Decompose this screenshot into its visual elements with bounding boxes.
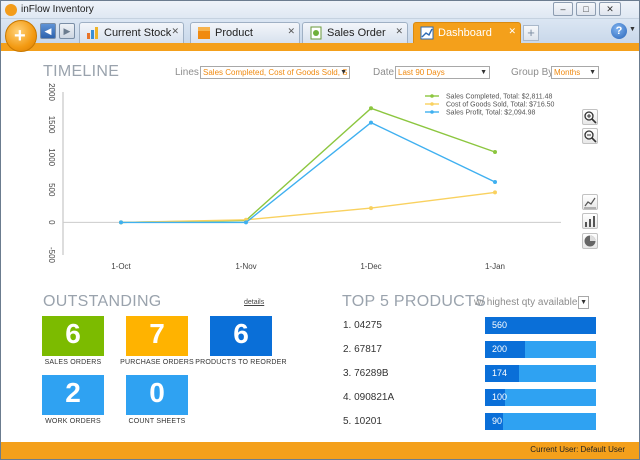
product-qty-value: 174 — [492, 368, 508, 378]
chevron-down-icon: ▼ — [580, 299, 587, 306]
y-tick-label: 1000 — [47, 148, 56, 166]
series-line — [120, 191, 496, 224]
product-qty-value: 560 — [492, 320, 508, 330]
products-to-reorder-tile[interactable]: 6 — [210, 316, 272, 356]
y-tick-label: -500 — [47, 247, 56, 264]
legend-marker — [430, 110, 434, 114]
pie-chart-button[interactable] — [582, 233, 598, 249]
x-tick-label: 1-Jan — [485, 262, 505, 271]
product-qty-bar[interactable]: 200 — [485, 341, 596, 358]
details-link[interactable]: details — [244, 299, 264, 306]
product-qty-bar[interactable]: 560 — [485, 317, 596, 334]
y-tick-label: 500 — [47, 183, 56, 197]
app-logo-icon: + — [14, 25, 26, 47]
product-name: 1. 04275 — [343, 320, 382, 331]
outstanding-title: OUTSTANDING — [43, 293, 162, 310]
zoom-in-icon — [584, 111, 597, 124]
y-tick-label: 2000 — [47, 83, 56, 101]
sales-orders-tile[interactable]: 6 — [42, 316, 104, 356]
products-to-reorder-label: PRODUCTS TO REORDER — [195, 359, 287, 366]
product-qty-bar[interactable]: 100 — [485, 389, 596, 406]
count-sheets-label: COUNT SHEETS — [128, 418, 186, 425]
pie-chart-icon — [584, 235, 596, 247]
x-tick-label: 1-Nov — [235, 262, 256, 271]
product-qty-bar[interactable]: 174 — [485, 365, 596, 382]
data-point — [119, 220, 123, 225]
data-point — [493, 180, 497, 184]
data-point — [369, 106, 373, 111]
product-name: 2. 67817 — [343, 344, 382, 355]
legend-marker — [430, 102, 434, 106]
data-point — [244, 220, 248, 225]
product-qty-value: 200 — [492, 344, 508, 354]
top5-select[interactable]: ▼ — [578, 296, 589, 309]
line-chart-button[interactable] — [582, 194, 598, 210]
bar-chart-icon — [585, 216, 595, 227]
top5-title: TOP 5 PRODUCTS — [342, 293, 487, 310]
y-tick-label: 1500 — [47, 116, 56, 134]
product-qty-value: 90 — [492, 416, 503, 426]
legend-entry: Cost of Goods Sold, Total: $716.50 — [446, 102, 555, 109]
timeline-chart: -500 0 500 1000 1500 2000 1-Oct 1-Nov 1-Dec 1-Jan… — [47, 83, 561, 271]
product-name: 5. 10201 — [343, 416, 382, 427]
purchase-orders-tile[interactable]: 7 — [126, 316, 188, 356]
data-point — [369, 120, 373, 125]
legend-marker — [430, 94, 434, 98]
app-window: inFlow Inventory – □ ✕ + ◀ ▶ Current Sto… — [0, 0, 640, 460]
data-point — [493, 150, 497, 154]
y-tick-label: 0 — [47, 220, 56, 225]
zoom-out-button[interactable] — [582, 128, 598, 144]
zoom-out-icon — [584, 130, 597, 143]
data-point — [493, 190, 497, 195]
count-sheets-tile[interactable]: 0 — [126, 375, 188, 415]
product-qty-bar[interactable]: 90 — [485, 413, 596, 430]
product-name: 3. 76289B — [343, 368, 389, 379]
legend-entry: Sales Completed, Total: $2,811.48 — [446, 94, 552, 101]
top5-subtitle: w/ highest qty available — [474, 297, 578, 308]
work-orders-tile[interactable]: 2 — [42, 375, 104, 415]
current-user-status: Current User: Default User — [530, 445, 625, 454]
product-name: 4. 090821A — [343, 392, 395, 403]
app-menu-button[interactable]: + — [5, 20, 37, 52]
bar-chart-button[interactable] — [582, 213, 598, 229]
legend-entry: Sales Profit, Total: $2,094.98 — [446, 110, 535, 117]
x-tick-label: 1-Oct — [111, 262, 131, 271]
status-bar: Current User: Default User — [1, 442, 639, 459]
series-line — [121, 121, 496, 224]
zoom-in-button[interactable] — [582, 109, 598, 125]
series-line — [120, 107, 496, 224]
data-point — [369, 206, 373, 211]
line-chart-icon — [584, 197, 596, 209]
product-qty-value: 100 — [492, 392, 508, 402]
x-tick-label: 1-Dec — [360, 262, 381, 271]
